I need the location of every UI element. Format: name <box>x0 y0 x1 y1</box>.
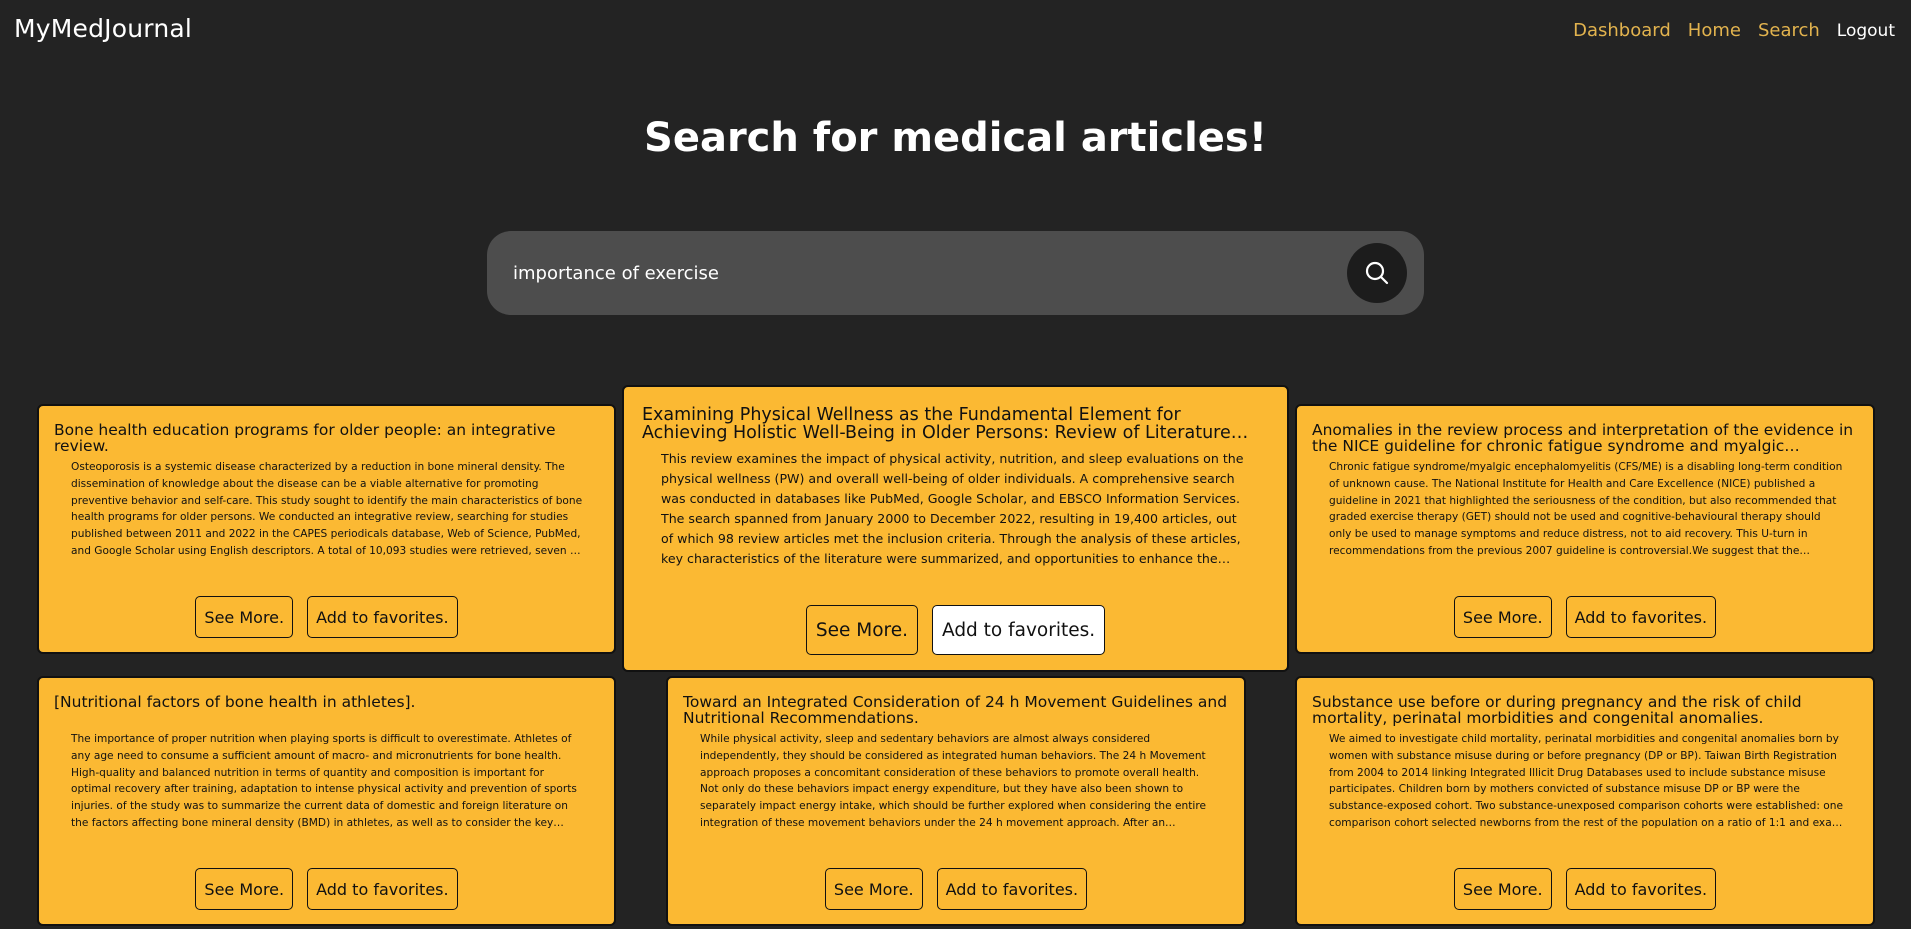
see-more-button[interactable]: See More. <box>1453 868 1552 910</box>
article-abstract: This review examines the impact of physi… <box>661 451 1244 566</box>
top-nav: Dashboard Home Search Logout <box>1556 20 1895 41</box>
add-to-favorites-button[interactable]: Add to favorites. <box>936 868 1088 910</box>
add-to-favorites-button[interactable]: Add to favorites. <box>307 868 458 910</box>
add-to-favorites-button[interactable]: Add to favorites. <box>1565 868 1717 910</box>
card-actions: See More. Add to favorites. <box>39 868 614 910</box>
article-card: Bone health education programs for older… <box>37 404 616 654</box>
card-actions: See More. Add to favorites. <box>1297 596 1873 638</box>
search-icon <box>1365 261 1389 285</box>
article-card: Toward an Integrated Consideration of 24… <box>666 676 1246 926</box>
article-title[interactable]: Toward an Integrated Consideration of 24… <box>683 694 1233 726</box>
article-title[interactable]: Substance use before or during pregnancy… <box>1312 694 1862 726</box>
page-title: Search for medical articles! <box>644 115 1267 161</box>
article-card: [Nutritional factors of bone health in a… <box>37 676 616 926</box>
search-bar <box>487 231 1424 315</box>
article-abstract: While physical activity, sleep and seden… <box>700 733 1206 829</box>
see-more-button[interactable]: See More. <box>1453 596 1552 638</box>
add-to-favorites-button[interactable]: Add to favorites. <box>307 596 458 638</box>
article-abstract: We aimed to investigate child mortality,… <box>1329 733 1844 829</box>
card-actions: See More. Add to favorites. <box>668 868 1244 910</box>
search-button[interactable] <box>1347 243 1407 303</box>
article-abstract: Osteoporosis is a systemic disease chara… <box>71 461 583 557</box>
see-more-button[interactable]: See More. <box>824 868 923 910</box>
article-card: Anomalies in the review process and inte… <box>1295 404 1875 654</box>
article-title[interactable]: Examining Physical Wellness as the Funda… <box>642 406 1267 442</box>
card-actions: See More. Add to favorites. <box>624 605 1287 655</box>
add-to-favorites-button[interactable]: Add to favorites. <box>1565 596 1717 638</box>
card-actions: See More. Add to favorites. <box>1297 868 1873 910</box>
article-title[interactable]: Bone health education programs for older… <box>54 422 604 454</box>
article-abstract: Chronic fatigue syndrome/myalgic encepha… <box>1329 461 1843 557</box>
article-card: Substance use before or during pregnancy… <box>1295 676 1875 926</box>
nav-home-link[interactable]: Home <box>1688 20 1741 41</box>
see-more-button[interactable]: See More. <box>195 596 294 638</box>
article-abstract: The importance of proper nutrition when … <box>71 733 577 829</box>
see-more-button[interactable]: See More. <box>195 868 294 910</box>
card-actions: See More. Add to favorites. <box>39 596 614 638</box>
article-title[interactable]: [Nutritional factors of bone health in a… <box>54 694 604 710</box>
nav-search-link[interactable]: Search <box>1758 20 1820 41</box>
article-card-featured: Examining Physical Wellness as the Funda… <box>622 385 1289 672</box>
article-title[interactable]: Anomalies in the review process and inte… <box>1312 422 1862 454</box>
add-to-favorites-button[interactable]: Add to favorites. <box>931 605 1106 655</box>
nav-logout-link[interactable]: Logout <box>1837 21 1895 41</box>
brand-logo[interactable]: MyMedJournal <box>14 14 192 43</box>
nav-dashboard-link[interactable]: Dashboard <box>1573 20 1671 41</box>
see-more-button[interactable]: See More. <box>805 605 918 655</box>
search-input[interactable] <box>513 253 1313 293</box>
